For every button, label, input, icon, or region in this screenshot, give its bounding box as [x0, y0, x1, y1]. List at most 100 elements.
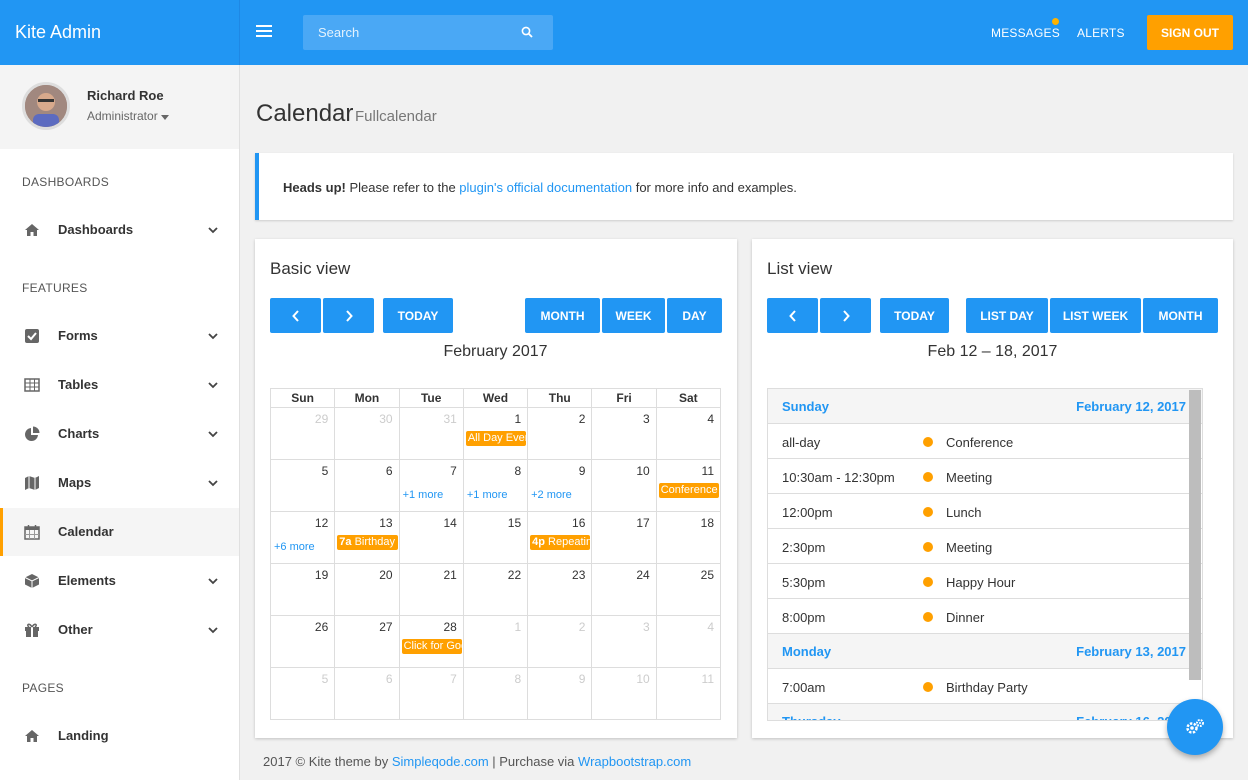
list-day-button[interactable]: LIST DAY	[966, 298, 1048, 333]
list-event-row[interactable]: all-day Conference	[768, 424, 1202, 459]
day-cell[interactable]: 9 +2 more	[527, 459, 593, 512]
list-event-row[interactable]: 10:30am - 12:30pm Meeting	[768, 459, 1202, 494]
calendar-event[interactable]: Click for Google	[401, 639, 462, 654]
more-events-link[interactable]: +1 more	[403, 489, 444, 501]
alerts-link[interactable]: ALERTS	[1077, 26, 1125, 40]
messages-link[interactable]: MESSAGES	[991, 26, 1060, 40]
day-cell[interactable]: 16 4p Repeating Event	[527, 511, 593, 564]
day-cell[interactable]: 2	[527, 615, 593, 668]
list-event-row[interactable]: 7:00am Birthday Party	[768, 669, 1202, 704]
today-button[interactable]: TODAY	[880, 298, 949, 333]
documentation-link[interactable]: plugin's official documentation	[459, 180, 632, 195]
day-button[interactable]: DAY	[667, 298, 722, 333]
day-cell[interactable]: 20	[334, 563, 400, 616]
day-cell[interactable]: 15	[462, 511, 529, 564]
day-cell[interactable]: 5	[269, 459, 336, 512]
day-cell[interactable]: 28 Click for Google	[398, 615, 464, 668]
list-day-name[interactable]: Thursday	[782, 714, 841, 720]
day-cell[interactable]: 21	[398, 563, 464, 616]
list-event-row[interactable]: 2:30pm Meeting	[768, 529, 1202, 564]
more-events-link[interactable]: +6 more	[274, 541, 315, 553]
calendar-event[interactable]: All Day Event	[465, 431, 527, 446]
next-button[interactable]	[323, 298, 374, 333]
day-cell[interactable]: 13 7a Birthday Party	[334, 511, 400, 564]
sidebar-item-charts[interactable]: Charts	[0, 410, 239, 458]
day-cell[interactable]: 18	[655, 511, 722, 564]
prev-button[interactable]	[767, 298, 818, 333]
day-cell[interactable]: 19	[269, 563, 336, 616]
day-cell[interactable]: 31	[398, 407, 464, 460]
day-cell[interactable]: 7 +1 more	[398, 459, 464, 512]
today-button[interactable]: TODAY	[383, 298, 453, 333]
calendar-event[interactable]: Conference	[658, 483, 719, 498]
search-input[interactable]	[303, 15, 513, 50]
day-cell[interactable]: 25	[655, 563, 722, 616]
user-role-dropdown[interactable]: Administrator	[87, 109, 170, 123]
day-cell[interactable]: 27	[334, 615, 400, 668]
day-cell[interactable]: 12 +6 more	[269, 511, 336, 564]
day-cell[interactable]: 11	[655, 667, 722, 720]
weekday-header: Sat	[655, 388, 722, 408]
prev-button[interactable]	[270, 298, 321, 333]
list-week-button[interactable]: LIST WEEK	[1050, 298, 1141, 333]
day-cell[interactable]: 4	[655, 407, 722, 460]
day-cell[interactable]: 29	[269, 407, 336, 460]
day-cell[interactable]: 3	[591, 407, 657, 460]
search-icon[interactable]	[521, 26, 533, 38]
list-scrollbar[interactable]	[1189, 390, 1201, 680]
day-cell[interactable]: 30	[334, 407, 400, 460]
day-cell[interactable]: 7	[398, 667, 464, 720]
more-events-link[interactable]: +1 more	[467, 489, 508, 501]
day-cell[interactable]: 6	[334, 667, 400, 720]
day-cell[interactable]: 22	[462, 563, 529, 616]
month-button[interactable]: MONTH	[1143, 298, 1218, 333]
day-cell[interactable]: 10	[591, 459, 657, 512]
day-cell[interactable]: 17	[591, 511, 657, 564]
day-cell[interactable]: 26	[269, 615, 336, 668]
calendar-event[interactable]: 7a Birthday Party	[337, 535, 398, 550]
day-cell[interactable]: 2	[527, 407, 593, 460]
week-button[interactable]: WEEK	[602, 298, 665, 333]
sidebar-item-other[interactable]: Other	[0, 606, 239, 654]
day-cell[interactable]: 14	[398, 511, 464, 564]
sidebar-item-dashboards[interactable]: Dashboards	[0, 206, 239, 254]
next-button[interactable]	[820, 298, 871, 333]
calendar-event[interactable]: 4p Repeating Event	[530, 535, 591, 550]
day-cell[interactable]: 1	[462, 615, 529, 668]
sidebar-item-tables[interactable]: Tables	[0, 361, 239, 409]
day-cell[interactable]: 9	[527, 667, 593, 720]
sidebar-item-landing[interactable]: Landing	[0, 712, 239, 760]
sidebar-item-elements[interactable]: Elements	[0, 557, 239, 605]
sidebar-item-calendar[interactable]: Calendar	[0, 508, 239, 556]
list-event-row[interactable]: 5:30pm Happy Hour	[768, 564, 1202, 599]
avatar[interactable]	[22, 82, 70, 130]
list-event-row[interactable]: 8:00pm Dinner	[768, 599, 1202, 634]
brand-logo[interactable]: Kite Admin	[0, 0, 240, 65]
day-cell[interactable]: 1 All Day Event	[462, 407, 529, 460]
day-cell[interactable]: 23	[527, 563, 593, 616]
day-cell[interactable]: 8	[462, 667, 529, 720]
day-cell[interactable]: 8 +1 more	[462, 459, 529, 512]
day-cell[interactable]: 11 Conference	[655, 459, 722, 512]
day-cell[interactable]: 6	[334, 459, 400, 512]
simpleqode-link[interactable]: Simpleqode.com	[392, 754, 489, 769]
sidebar-item-forms[interactable]: Forms	[0, 312, 239, 360]
list-day-name[interactable]: Monday	[782, 644, 831, 659]
event-list[interactable]: Sunday February 12, 2017 all-day Conference…	[767, 388, 1203, 721]
day-cell[interactable]: 10	[591, 667, 657, 720]
month-button[interactable]: MONTH	[525, 298, 600, 333]
settings-fab[interactable]	[1167, 699, 1223, 755]
more-events-link[interactable]: +2 more	[531, 489, 572, 501]
day-cell[interactable]: 3	[591, 615, 657, 668]
day-cell[interactable]: 24	[591, 563, 657, 616]
list-day-date[interactable]: February 12, 2017	[1076, 399, 1186, 414]
day-cell[interactable]: 4	[655, 615, 722, 668]
sign-out-button[interactable]: SIGN OUT	[1147, 15, 1233, 50]
list-event-row[interactable]: 12:00pm Lunch	[768, 494, 1202, 529]
day-cell[interactable]: 5	[269, 667, 336, 720]
sidebar-item-maps[interactable]: Maps	[0, 459, 239, 507]
menu-toggle-icon[interactable]	[256, 25, 272, 37]
list-day-date[interactable]: February 13, 2017	[1076, 644, 1186, 659]
list-day-name[interactable]: Sunday	[782, 399, 829, 414]
wrapbootstrap-link[interactable]: Wrapbootstrap.com	[578, 754, 691, 769]
